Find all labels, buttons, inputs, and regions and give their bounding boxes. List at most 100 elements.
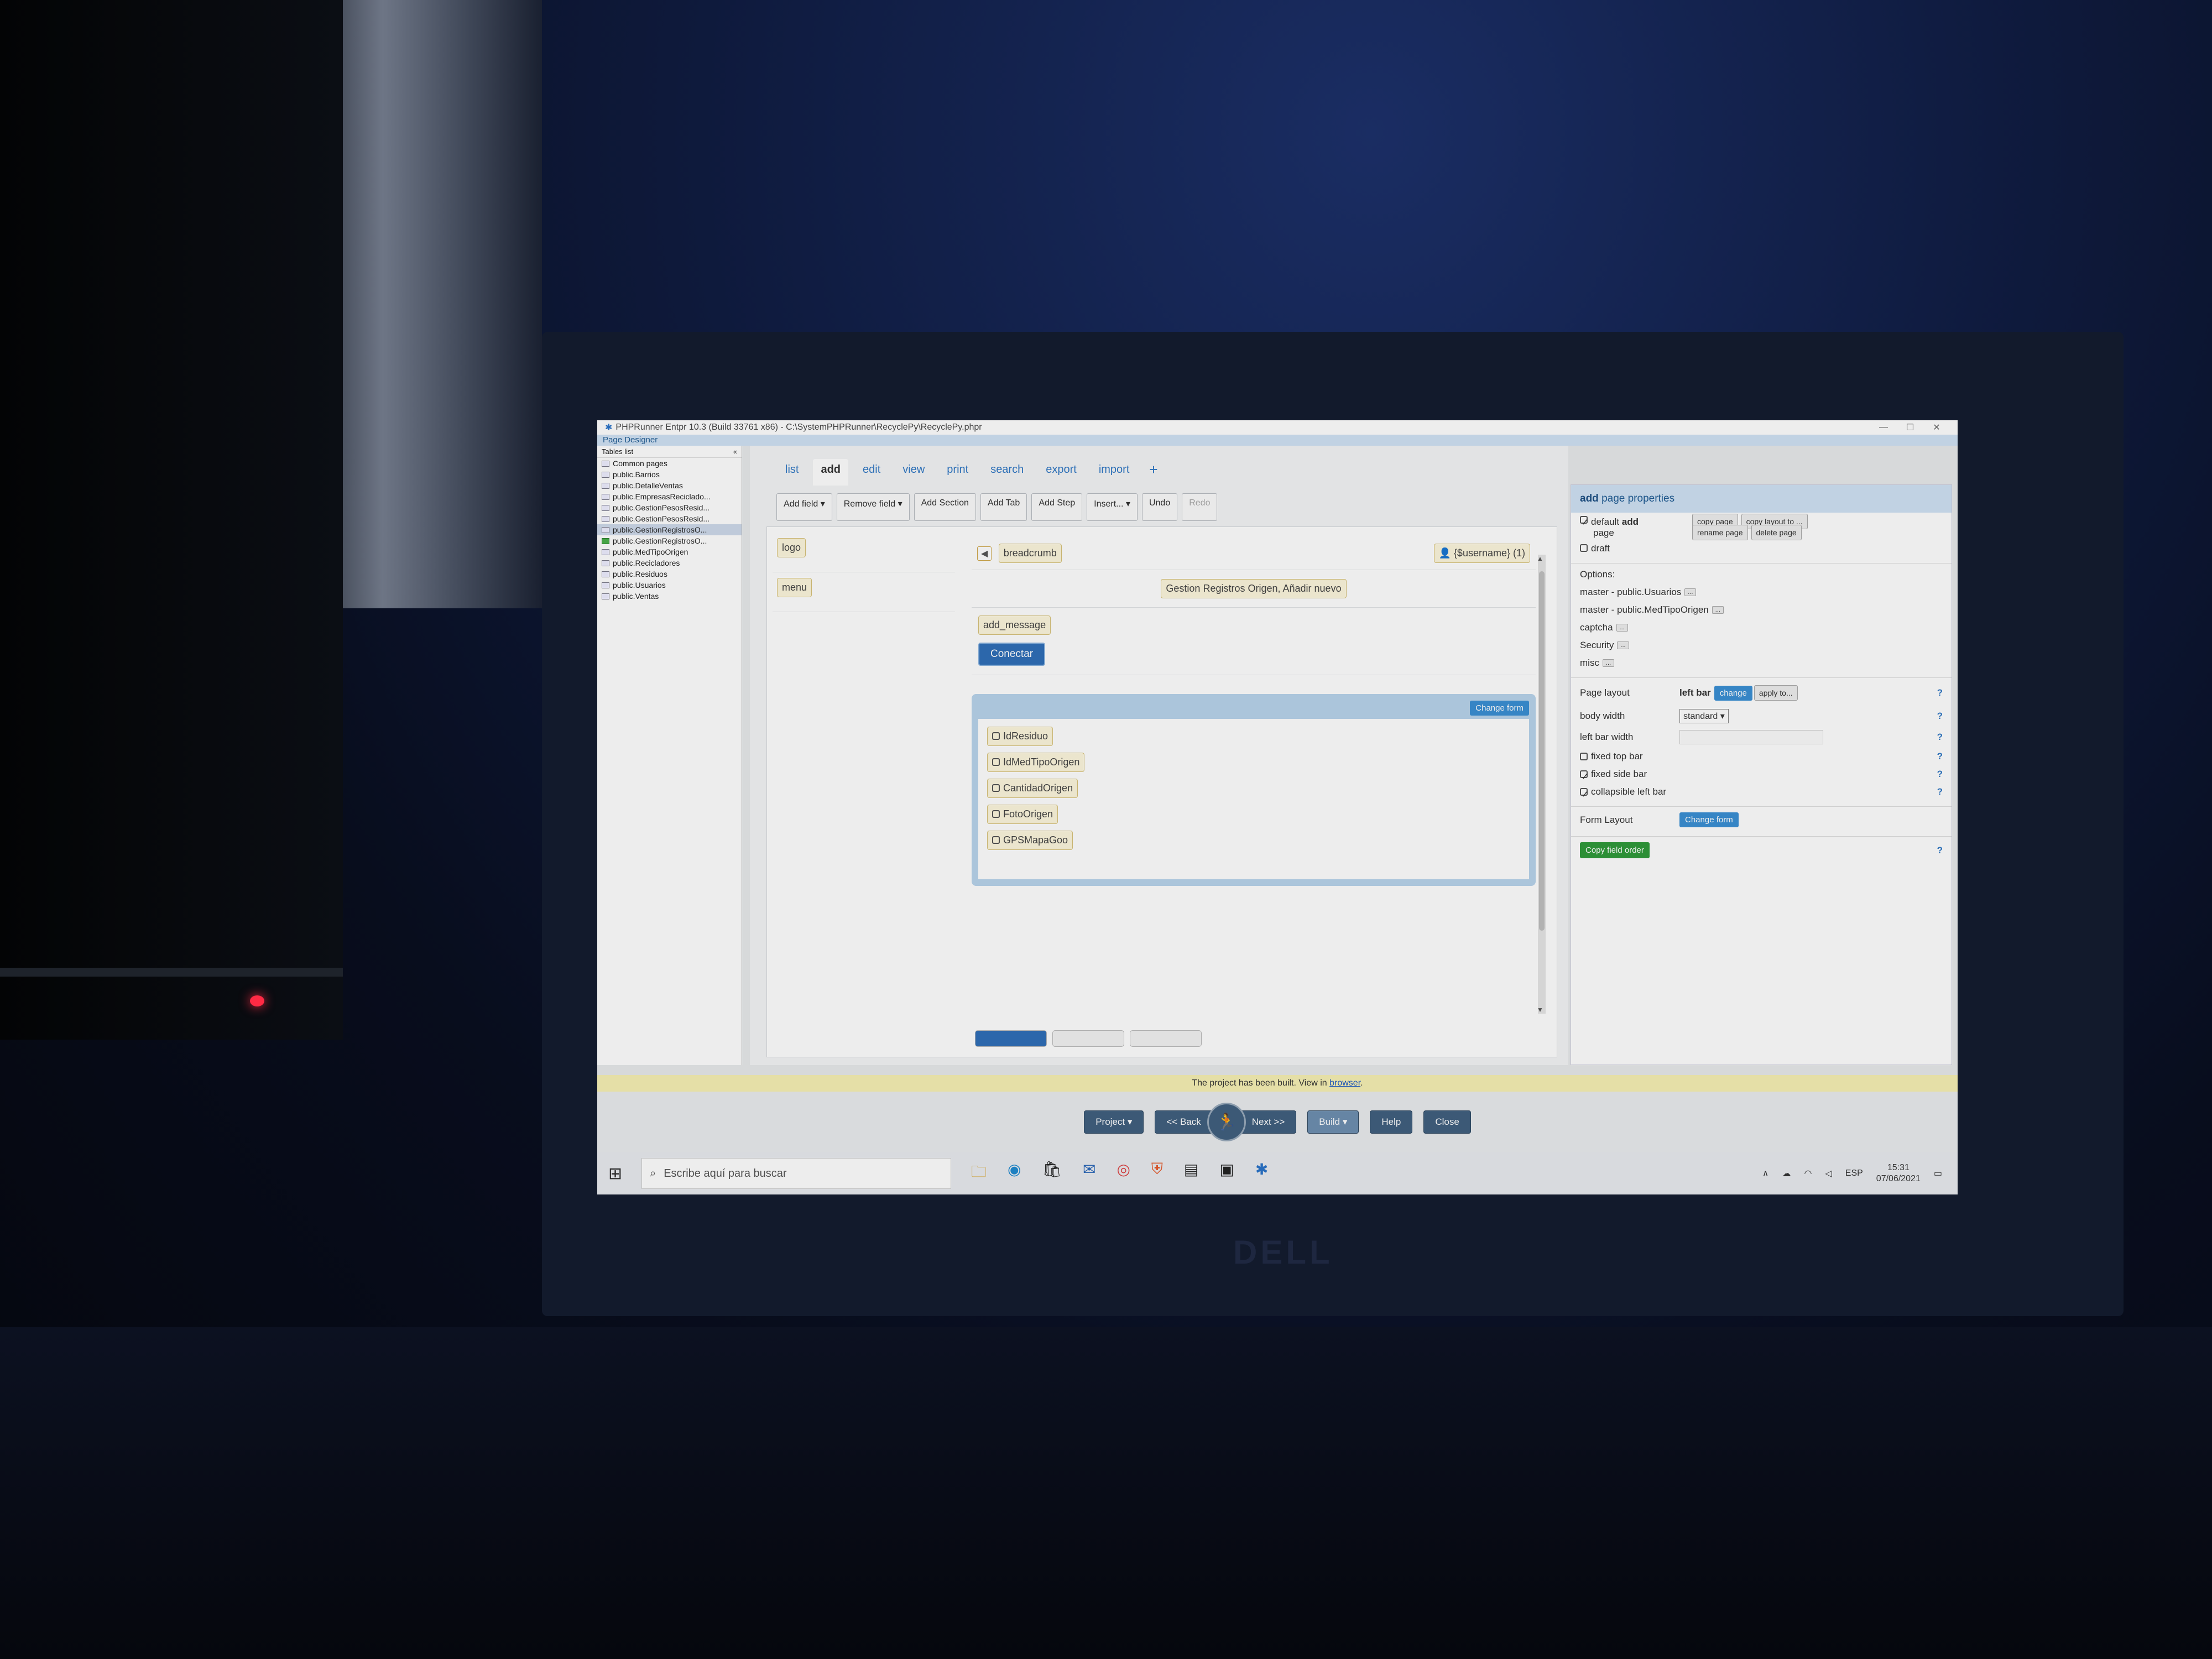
help-button[interactable]: Help (1370, 1110, 1413, 1134)
master-usuarios-settings[interactable]: ... (1684, 588, 1697, 596)
captcha-settings[interactable]: ... (1616, 624, 1628, 632)
draft-checkbox[interactable] (1580, 544, 1588, 552)
body-width-select[interactable]: standard ▾ (1679, 709, 1729, 723)
table-item-gestionregistros-2[interactable]: public.GestionRegistrosO... (597, 535, 742, 546)
wifi-icon[interactable]: ◠ (1804, 1168, 1812, 1179)
add-tab-button[interactable]: Add Tab (980, 493, 1027, 521)
help-icon[interactable]: ? (1937, 751, 1943, 762)
draft-option[interactable]: draft (1580, 543, 1679, 554)
change-form-button[interactable]: Change form (1470, 701, 1529, 716)
menu-element[interactable]: menu (777, 578, 812, 597)
table-item-medtipoorigen[interactable]: public.MedTipoOrigen (597, 546, 742, 557)
help-icon[interactable]: ? (1937, 687, 1943, 698)
add-step-button[interactable]: Add Step (1031, 493, 1083, 521)
copy-field-order-button[interactable]: Copy field order (1580, 842, 1650, 858)
store-icon[interactable]: 🛍 (1042, 1160, 1062, 1187)
add-message-element[interactable]: add_message (978, 615, 1051, 635)
field-gpsmapagoo[interactable]: GPSMapaGoo (987, 831, 1073, 850)
scroll-up-icon[interactable]: ▲ (1537, 555, 1543, 562)
help-icon[interactable]: ? (1937, 769, 1943, 780)
fixed-side-bar-checkbox[interactable]: ✓ (1580, 770, 1589, 782)
browser-link[interactable]: browser (1329, 1078, 1360, 1088)
collapse-sidebar-icon[interactable]: « (733, 447, 737, 456)
redo-button[interactable]: Redo (1182, 493, 1218, 521)
remove-field-button[interactable]: Remove field ▾ (836, 493, 910, 521)
left-bar-width-input[interactable] (1679, 730, 1823, 744)
network-icon[interactable]: ☁ (1782, 1168, 1791, 1179)
table-item-barrios[interactable]: public.Barrios (597, 469, 742, 480)
mail-icon[interactable]: ✉ (1083, 1160, 1095, 1187)
build-button[interactable]: Build ▾ (1307, 1110, 1359, 1134)
tab-search[interactable]: search (983, 459, 1031, 486)
file-explorer-icon[interactable]: 🗀 (971, 1160, 987, 1187)
add-field-button[interactable]: Add field ▾ (776, 493, 832, 521)
table-item-gestionpesos-1[interactable]: public.GestionPesosResid... (597, 502, 742, 513)
tab-edit[interactable]: edit (855, 459, 888, 486)
fixed-top-bar-checkbox[interactable] (1580, 753, 1588, 760)
table-item-residuos[interactable]: public.Residuos (597, 568, 742, 580)
help-icon[interactable]: ? (1937, 786, 1943, 797)
help-icon[interactable]: ? (1937, 845, 1943, 856)
master-medtipoorigen-settings[interactable]: ... (1712, 606, 1724, 614)
add-page-tab-icon[interactable]: + (1144, 459, 1163, 486)
canvas-scrollbar[interactable]: ▲ ▼ (1537, 555, 1546, 1014)
tab-print[interactable]: print (939, 459, 976, 486)
tab-list[interactable]: list (778, 459, 806, 486)
default-page-option[interactable]: ✓ default add page (1580, 516, 1679, 539)
minimize-icon[interactable]: — (1870, 422, 1897, 432)
field-checkbox[interactable] (992, 758, 1000, 766)
collapsible-left-bar-checkbox[interactable]: ✓ (1580, 788, 1589, 800)
table-item-detalleventas[interactable]: public.DetalleVentas (597, 480, 742, 491)
field-idresiduo[interactable]: IdResiduo (987, 727, 1053, 746)
terminal-icon[interactable]: ▣ (1219, 1160, 1234, 1187)
language-indicator[interactable]: ESP (1845, 1168, 1863, 1178)
change-layout-button[interactable]: change (1714, 685, 1752, 701)
field-cantidadorigen[interactable]: CantidadOrigen (987, 779, 1078, 798)
taskbar-search[interactable]: ⌕ Escribe aquí para buscar (641, 1158, 951, 1189)
maximize-icon[interactable]: ☐ (1897, 422, 1923, 433)
delete-page-button[interactable]: delete page (1751, 525, 1802, 540)
undo-button[interactable]: Undo (1141, 493, 1178, 521)
scroll-thumb[interactable] (1539, 571, 1545, 931)
username-element[interactable]: 👤 {$username} (1) (1433, 544, 1530, 563)
tab-export[interactable]: export (1038, 459, 1084, 486)
breadcrumb-element[interactable]: breadcrumb (998, 544, 1062, 563)
windows-start-icon[interactable]: ⊞ (608, 1164, 641, 1183)
edge-icon[interactable]: ◉ (1008, 1160, 1021, 1187)
phprunner-taskbar-icon[interactable]: ✱ (1255, 1160, 1268, 1187)
chrome-icon[interactable]: ◎ (1117, 1160, 1130, 1187)
cancel-button-partial[interactable] (1130, 1030, 1202, 1047)
table-item-ventas[interactable]: public.Ventas (597, 591, 742, 602)
clock[interactable]: 15:31 07/06/2021 (1876, 1162, 1921, 1185)
form-layout-change-button[interactable]: Change form (1679, 812, 1739, 827)
table-item-usuarios[interactable]: public.Usuarios (597, 580, 742, 591)
project-button[interactable]: Project ▾ (1084, 1110, 1144, 1134)
back-arrow-icon[interactable]: ◀ (977, 546, 992, 561)
help-icon[interactable]: ? (1937, 711, 1943, 722)
close-button[interactable]: Close (1423, 1110, 1471, 1134)
insert-button[interactable]: Insert... ▾ (1087, 493, 1138, 521)
field-checkbox[interactable] (992, 836, 1000, 844)
field-checkbox[interactable] (992, 810, 1000, 818)
next-button[interactable]: Next >> (1240, 1110, 1297, 1134)
add-section-button[interactable]: Add Section (914, 493, 976, 521)
field-checkbox[interactable] (992, 732, 1000, 740)
logo-element[interactable]: logo (777, 538, 806, 557)
help-icon[interactable]: ? (1937, 732, 1943, 743)
back-to-list-button-partial[interactable] (1052, 1030, 1124, 1047)
table-item-gestionregistros-1[interactable]: public.GestionRegistrosO... (597, 524, 742, 535)
close-window-icon[interactable]: ✕ (1923, 422, 1950, 433)
table-item-empresasreciclado[interactable]: public.EmpresasReciclado... (597, 491, 742, 502)
default-page-checkbox[interactable]: ✓ (1580, 516, 1589, 528)
back-button[interactable]: << Back (1155, 1110, 1213, 1134)
scroll-down-icon[interactable]: ▼ (1537, 1006, 1543, 1014)
conectar-button[interactable]: Conectar (978, 643, 1046, 666)
tab-add[interactable]: add (813, 459, 849, 486)
volume-icon[interactable]: ◁ (1825, 1168, 1832, 1179)
table-item-common-pages[interactable]: Common pages (597, 458, 742, 469)
page-title-element[interactable]: Gestion Registros Origen, Añadir nuevo (1161, 579, 1347, 598)
save-button-partial[interactable] (975, 1030, 1047, 1047)
brave-icon[interactable]: ⛨ (1151, 1160, 1163, 1187)
rename-page-button[interactable]: rename page (1692, 525, 1748, 540)
table-item-gestionpesos-2[interactable]: public.GestionPesosResid... (597, 513, 742, 524)
